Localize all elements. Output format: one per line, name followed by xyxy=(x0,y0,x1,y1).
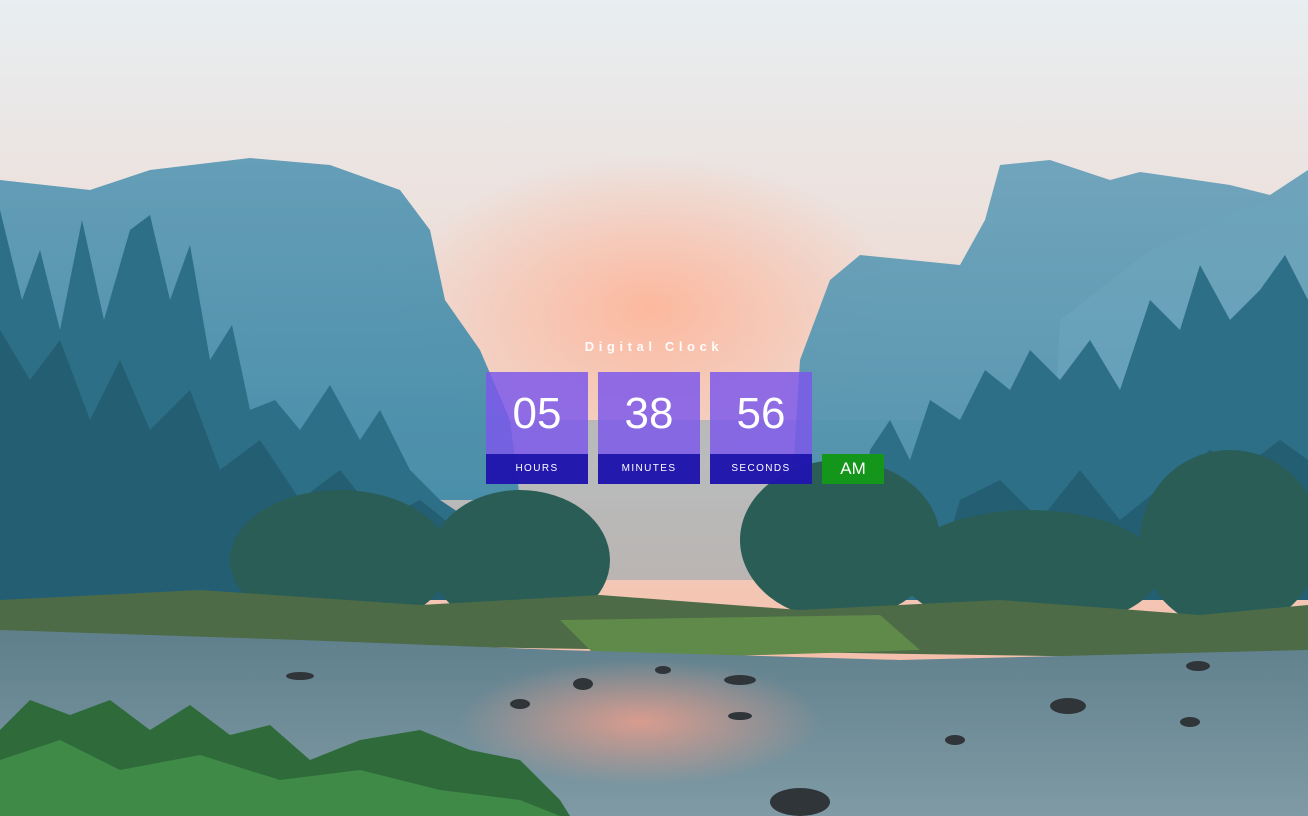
hours-value: 05 xyxy=(512,389,562,438)
seconds-tile: 56 SECONDS xyxy=(710,372,812,484)
am-pm-badge: AM xyxy=(822,454,884,484)
seconds-value: 56 xyxy=(736,389,786,438)
seconds-label: SECONDS xyxy=(710,454,812,484)
minutes-value: 38 xyxy=(624,389,674,438)
minutes-label: MINUTES xyxy=(598,454,700,484)
minutes-tile: 38 MINUTES xyxy=(598,372,700,484)
hours-label: HOURS xyxy=(486,454,588,484)
digital-clock: Digital Clock 05 HOURS 38 MINUTES 56 SEC… xyxy=(0,0,1308,816)
clock-title: Digital Clock xyxy=(584,339,724,354)
hours-tile: 05 HOURS xyxy=(486,372,588,484)
